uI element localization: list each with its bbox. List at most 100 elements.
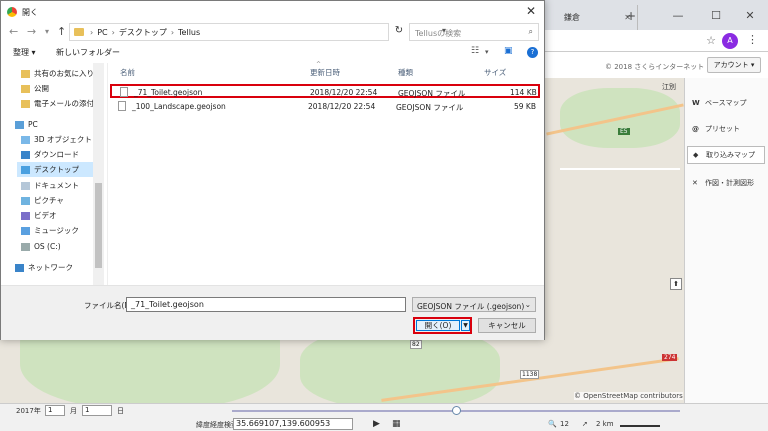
day-select[interactable]: 1 bbox=[82, 405, 112, 416]
zoom-search-icon: 🔍 bbox=[548, 420, 557, 428]
preset-icon: @ bbox=[692, 125, 699, 133]
time-slider-thumb[interactable] bbox=[452, 406, 461, 415]
nav-item-label: ダウンロード bbox=[34, 150, 79, 159]
up-icon[interactable]: ↑ bbox=[57, 25, 66, 38]
open-button-group: 開く(O) ▼ bbox=[413, 317, 472, 334]
month-label: 月 bbox=[70, 407, 77, 415]
column-header-type[interactable]: 種類 bbox=[398, 67, 413, 78]
music-icon bbox=[21, 226, 30, 235]
nav-item-label: ドキュメント bbox=[34, 181, 79, 190]
cancel-button[interactable]: キャンセル bbox=[478, 318, 536, 333]
bookmark-star-icon[interactable]: ☆ bbox=[706, 34, 716, 47]
nav-item-label: ピクチャ bbox=[34, 196, 64, 205]
file-row[interactable]: _100_Landscape.geojson 2018/12/20 22:54 … bbox=[110, 100, 540, 114]
preview-pane-icon[interactable]: ▣ bbox=[504, 46, 513, 56]
nav-item-label: ネットワーク bbox=[28, 263, 73, 272]
refresh-icon[interactable]: ↻ bbox=[391, 25, 407, 41]
map-highway-label: E5 bbox=[618, 128, 630, 135]
chrome-icon bbox=[7, 7, 17, 17]
map-route-label: 274 bbox=[662, 354, 678, 361]
new-tab-button[interactable]: + bbox=[626, 9, 636, 23]
layers-icon: ◆ bbox=[693, 151, 699, 159]
nav-item-label: PC bbox=[28, 120, 38, 129]
nav-item-label: デスクトップ bbox=[34, 165, 79, 174]
dialog-footer: ファイル名(N): _71_Toilet.geojson GEOJSON ファイ… bbox=[1, 285, 544, 340]
month-select[interactable]: 1 bbox=[45, 405, 65, 416]
nav-item-label: 3D オブジェクト bbox=[34, 135, 92, 144]
file-name: _100_Landscape.geojson bbox=[132, 102, 226, 111]
play-icon[interactable]: ▶ bbox=[373, 419, 380, 429]
pc-icon bbox=[15, 120, 24, 129]
file-type: GEOJSON ファイル bbox=[398, 89, 466, 98]
account-button[interactable]: アカウント ▾ bbox=[707, 57, 761, 73]
calendar-icon[interactable]: ▦ bbox=[392, 419, 401, 429]
map-place-label: 江別 bbox=[662, 83, 676, 91]
file-icon bbox=[120, 87, 128, 97]
breadcrumb-tellus[interactable]: Tellus bbox=[178, 28, 200, 37]
map-expand-icon[interactable]: ⬆ bbox=[670, 278, 682, 290]
view-mode-icon[interactable]: ☷ bbox=[471, 46, 479, 56]
recent-dropdown-icon[interactable]: ▾ bbox=[45, 27, 49, 36]
search-input[interactable]: Tellusの検索 ⌕ bbox=[409, 23, 539, 41]
folder-icon bbox=[21, 69, 30, 78]
maximize-button[interactable]: ☐ bbox=[698, 0, 734, 30]
help-icon[interactable]: ? bbox=[527, 47, 538, 58]
view-dropdown-icon[interactable]: ▾ bbox=[485, 48, 489, 56]
panel-item-drawing[interactable]: ✕ 作図・計測図形 bbox=[687, 174, 765, 192]
file-list: ^ 名前 更新日時 種類 サイズ _71_Toilet.geojson 2018… bbox=[107, 61, 544, 285]
open-button[interactable]: 開く(O) bbox=[416, 320, 460, 331]
nav-item-label: ミュージック bbox=[34, 226, 79, 235]
panel-item-preset[interactable]: @ プリセット bbox=[687, 120, 765, 138]
year-label: 2017年 bbox=[16, 407, 41, 415]
latlon-input[interactable]: 35.669107,139.600953 bbox=[233, 418, 353, 430]
nav-item-network[interactable]: ネットワーク bbox=[15, 260, 99, 275]
path-breadcrumb[interactable]: › PC › デスクトップ › Tellus ▾ bbox=[69, 23, 446, 41]
location-icon[interactable]: ➚ bbox=[582, 420, 588, 428]
filetype-value: GEOJSON ファイル (.geojson) bbox=[417, 302, 525, 311]
dialog-close-button[interactable]: ✕ bbox=[526, 4, 536, 18]
nav-item-label: 共有のお気に入り bbox=[34, 69, 94, 78]
column-header-name[interactable]: 名前 bbox=[120, 67, 135, 78]
nav-scrollbar[interactable] bbox=[93, 63, 104, 285]
new-folder-button[interactable]: 新しいフォルダー bbox=[56, 47, 120, 58]
network-icon bbox=[15, 263, 24, 272]
file-row[interactable]: _71_Toilet.geojson 2018/12/20 22:54 GEOJ… bbox=[110, 84, 540, 98]
nav-item-label: OS (C:) bbox=[34, 242, 61, 251]
filetype-select[interactable]: GEOJSON ファイル (.geojson) ⌄ bbox=[412, 297, 536, 312]
column-header-size[interactable]: サイズ bbox=[484, 67, 506, 78]
basemap-icon: W bbox=[692, 99, 700, 107]
menu-icon[interactable]: ⋮ bbox=[747, 33, 758, 46]
breadcrumb-desktop[interactable]: デスクトップ bbox=[119, 27, 167, 38]
forward-icon[interactable]: → bbox=[27, 25, 36, 38]
nav-item-pc[interactable]: PC bbox=[15, 117, 99, 132]
back-icon[interactable]: ← bbox=[9, 25, 18, 38]
close-window-button[interactable]: ✕ bbox=[732, 0, 768, 30]
dialog-titlebar: 開く ✕ bbox=[1, 1, 544, 23]
dialog-title: 開く bbox=[22, 7, 38, 17]
osm-attribution: © OpenStreetMap contributors bbox=[574, 392, 683, 400]
panel-item-label: プリセット bbox=[705, 125, 740, 133]
panel-item-imported-map[interactable]: ◆ 取り込みマップ bbox=[687, 146, 765, 164]
day-label: 日 bbox=[117, 407, 124, 415]
file-size: 114 KB bbox=[510, 88, 537, 97]
folder-icon bbox=[21, 99, 30, 108]
panel-item-label: 取り込みマップ bbox=[706, 151, 755, 159]
avatar[interactable]: A bbox=[722, 33, 738, 49]
folder-icon bbox=[74, 28, 84, 36]
video-icon bbox=[21, 211, 30, 220]
3d-objects-icon bbox=[21, 135, 30, 144]
panel-item-basemap[interactable]: W ベースマップ bbox=[687, 94, 765, 112]
organize-button[interactable]: 整理 ▾ bbox=[13, 47, 36, 58]
chevron-down-icon: ⌄ bbox=[524, 300, 531, 309]
map-route-label: 1138 bbox=[520, 370, 540, 379]
column-header-modified[interactable]: 更新日時 bbox=[310, 67, 340, 78]
map-route-label: 82 bbox=[410, 340, 422, 349]
drive-icon bbox=[21, 242, 30, 251]
nav-item-desktop[interactable]: デスクトップ bbox=[17, 162, 97, 177]
filename-input[interactable]: _71_Toilet.geojson bbox=[126, 297, 406, 312]
open-dropdown-icon[interactable]: ▼ bbox=[461, 320, 470, 331]
minimize-button[interactable]: — bbox=[660, 0, 696, 30]
panel-item-label: 作図・計測図形 bbox=[705, 179, 754, 187]
breadcrumb-pc[interactable]: PC bbox=[97, 28, 107, 37]
nav-scrollbar-thumb[interactable] bbox=[95, 183, 102, 268]
